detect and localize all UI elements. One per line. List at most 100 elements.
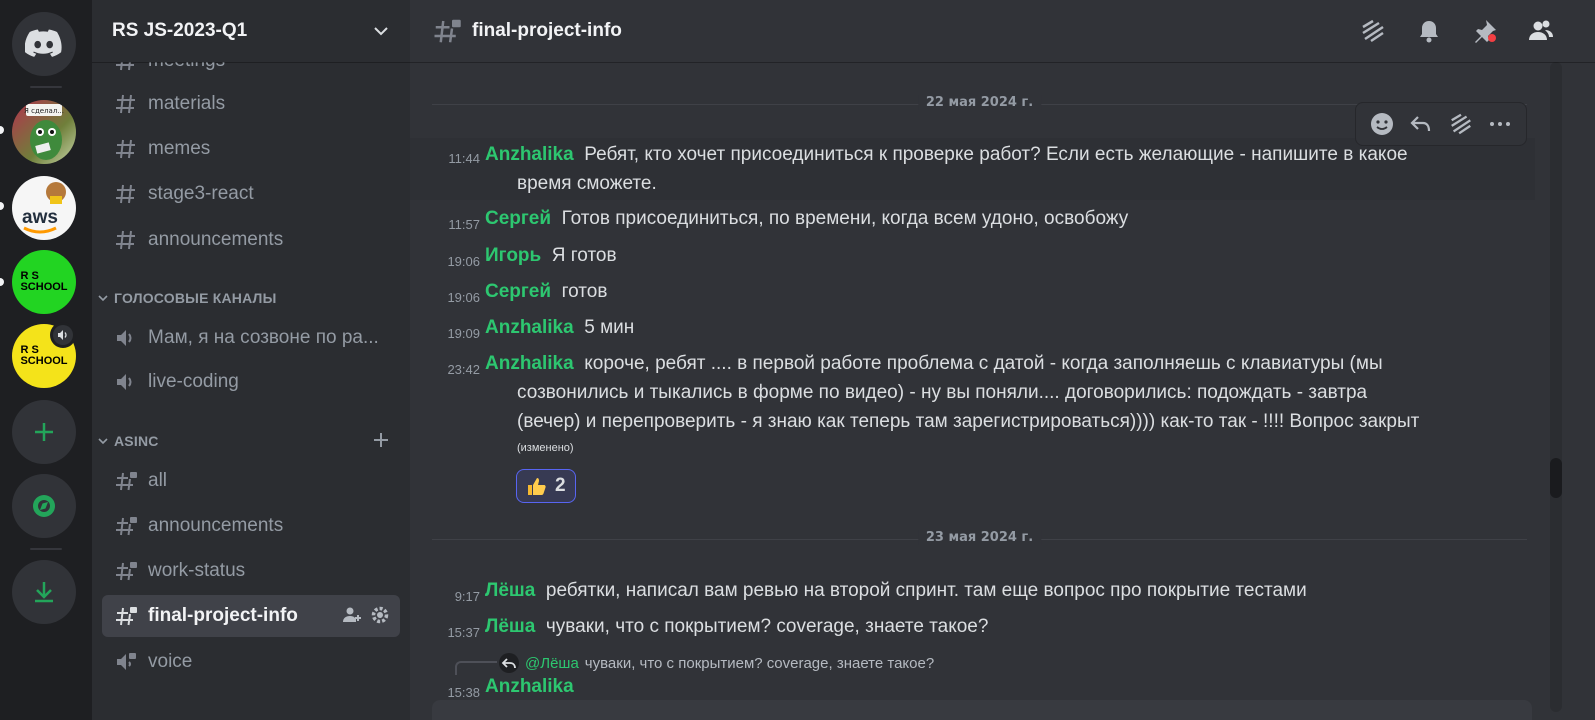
scrollbar-thumb[interactable]: [1550, 458, 1562, 498]
message[interactable]: 19:06 Сергей готов: [410, 277, 1535, 307]
message[interactable]: 11:44 Anzhalika Ребят, кто хочет присоед…: [410, 138, 1535, 200]
guild-name: RS JS-2023-Q1: [112, 20, 248, 41]
reply-mention[interactable]: @Лёша: [525, 655, 579, 672]
message-author[interactable]: Anzhalika: [485, 353, 574, 374]
message[interactable]: 11:57 Сергей Готов присоединиться, по вр…: [410, 204, 1535, 234]
rail-separator: [30, 86, 62, 88]
message-author[interactable]: Сергей: [485, 208, 551, 229]
locked-hash-icon: [116, 562, 137, 581]
channel-header: final-project-info: [410, 0, 1595, 62]
channel-tools: [342, 605, 390, 625]
message[interactable]: 23:42 Anzhalika короче, ребят .... в пер…: [410, 349, 1535, 469]
chevron-down-icon: [374, 27, 388, 36]
more-icon[interactable]: [1486, 110, 1514, 138]
speaker-icon: [117, 330, 132, 346]
message[interactable]: 15:37 Лёша чуваки, что с покрытием? cove…: [410, 612, 1535, 642]
channel-title: final-project-info: [472, 20, 622, 41]
download-icon: [35, 582, 53, 603]
rs-school-logo: R S SCHOOL: [20, 344, 68, 367]
chevron-down-icon: [98, 438, 108, 445]
discord-logo-icon: [25, 29, 62, 57]
channel-memes[interactable]: memes: [102, 128, 400, 170]
rs-school-logo: R S SCHOOL: [20, 270, 68, 293]
voice-active-badge: [50, 322, 76, 348]
locked-hash-icon: [434, 19, 461, 43]
add-server-button[interactable]: [12, 400, 76, 464]
unread-pill: [0, 126, 4, 134]
message-author[interactable]: Лёша: [485, 580, 535, 601]
scrollbar-track[interactable]: [1550, 62, 1562, 712]
create-channel-icon[interactable]: [372, 431, 390, 449]
channel-asinc-announcements[interactable]: announcements: [102, 505, 400, 547]
message-author[interactable]: Лёша: [485, 616, 535, 637]
invite-icon[interactable]: [342, 605, 362, 625]
message-author[interactable]: Игорь: [485, 245, 541, 266]
speaker-icon: [117, 374, 132, 390]
message[interactable]: 19:09 Anzhalika 5 мин: [410, 313, 1535, 343]
locked-speaker-icon: [117, 653, 136, 670]
header-toolbar: [1357, 15, 1557, 47]
server-aws[interactable]: aws: [12, 176, 76, 240]
emoji-icon[interactable]: [1368, 110, 1396, 138]
category-voice[interactable]: ГОЛОСОВЫЕ КАНАЛЫ: [96, 288, 406, 308]
message-author[interactable]: Anzhalika: [485, 317, 574, 338]
reaction-thumbs-up[interactable]: 2: [516, 469, 576, 503]
sticker-icon: Я сделал...: [24, 104, 64, 160]
channel-work-status[interactable]: work-status: [102, 550, 400, 592]
channel-stage3-react[interactable]: stage3-react: [102, 173, 400, 215]
message-author[interactable]: Сергей: [485, 281, 551, 302]
locked-hash-icon: [116, 517, 137, 536]
server-rail: Я сделал... aws R S SCHOOL R S SCHOOL: [0, 0, 92, 720]
voice-channel-voice[interactable]: voice: [102, 641, 400, 683]
unread-pill: [0, 278, 4, 286]
reply-icon: [499, 653, 519, 673]
channel-materials[interactable]: materials: [102, 83, 400, 125]
unread-pill: [0, 202, 4, 210]
svg-text:aws: aws: [22, 207, 58, 228]
edited-label: (изменено): [517, 442, 574, 454]
pin-icon[interactable]: [1469, 15, 1501, 47]
message-author[interactable]: Anzhalika: [485, 676, 574, 697]
hash-icon: [116, 139, 135, 159]
reply-icon[interactable]: [1407, 110, 1435, 138]
server-rs-school-green[interactable]: R S SCHOOL: [12, 250, 76, 314]
guild-header[interactable]: RS JS-2023-Q1: [92, 0, 410, 62]
plus-icon: [35, 423, 53, 441]
home-button[interactable]: [12, 12, 76, 76]
message-list: 22 мая 2024 г. 11:44 Anzhalika Ребят, кт…: [410, 62, 1550, 720]
threads-icon[interactable]: [1357, 15, 1389, 47]
chat-main: final-project-info 22 мая 2024 г. 11:44 …: [410, 0, 1595, 720]
hash-icon: [116, 230, 135, 250]
thread-icon[interactable]: [1447, 110, 1475, 138]
members-icon[interactable]: [1525, 15, 1557, 47]
message[interactable]: 15:38 Anzhalika: [410, 672, 1535, 702]
message-author[interactable]: Anzhalika: [485, 144, 574, 165]
speaker-icon: [58, 330, 67, 340]
reply-context[interactable]: @Лёша чуваки, что с покрытием? coverage,…: [499, 652, 934, 674]
hash-icon: [116, 184, 135, 204]
channel-sidebar: RS JS-2023-Q1 meetings materials memes s…: [92, 0, 410, 720]
compass-icon: [33, 495, 55, 517]
message-hover-toolbar: [1355, 102, 1527, 146]
channel-all[interactable]: all: [102, 460, 400, 502]
message[interactable]: 19:06 Игорь Я готов: [410, 241, 1535, 271]
gear-icon[interactable]: [370, 605, 390, 625]
voice-channel-live-coding[interactable]: live-coding: [102, 361, 400, 403]
channel-final-project-info[interactable]: final-project-info: [102, 595, 400, 637]
thumbs-up-icon: [528, 478, 546, 495]
date-divider: 23 мая 2024 г.: [432, 530, 1527, 545]
locked-hash-icon: [116, 472, 137, 491]
locked-hash-icon: [116, 607, 137, 626]
voice-channel-mam[interactable]: Мам, я на созвоне по ра...: [102, 317, 400, 359]
channel-announcements[interactable]: announcements: [102, 219, 400, 261]
discord-app: Я сделал... aws R S SCHOOL R S SCHOOL RS…: [0, 0, 1595, 720]
category-asinc[interactable]: ASINC: [96, 431, 406, 451]
svg-text:Я сделал...: Я сделал...: [24, 107, 64, 115]
download-apps-button[interactable]: [12, 560, 76, 624]
explore-servers-button[interactable]: [12, 474, 76, 538]
bell-icon[interactable]: [1413, 15, 1445, 47]
server-sticker[interactable]: Я сделал...: [12, 100, 76, 164]
message[interactable]: 9:17 Лёша ребятки, написал вам ревью на …: [410, 576, 1535, 606]
hash-icon: [116, 94, 135, 114]
message-composer[interactable]: [432, 700, 1532, 720]
